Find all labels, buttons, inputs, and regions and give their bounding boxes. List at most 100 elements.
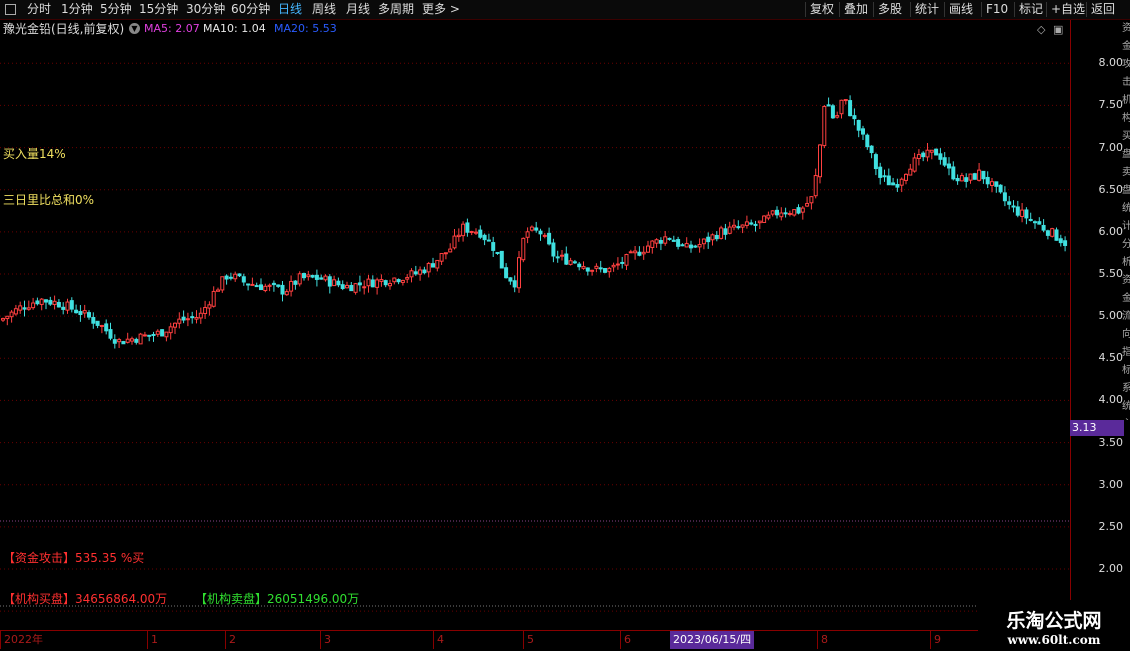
candle-body xyxy=(843,99,848,102)
candle-body xyxy=(972,173,977,180)
toolbar-separator xyxy=(873,2,874,17)
candle-body xyxy=(203,307,208,314)
candle-body xyxy=(151,333,156,336)
candle-body xyxy=(594,265,599,269)
candle-body xyxy=(5,315,10,320)
candle-body xyxy=(637,251,642,256)
candle-body xyxy=(1033,221,1037,224)
candle-body xyxy=(1,318,5,321)
toolbar-button-6[interactable]: 标记 xyxy=(1019,0,1043,19)
candle-body xyxy=(512,280,517,288)
candle-body xyxy=(198,312,203,319)
toolbar-button-7[interactable]: +自选 xyxy=(1051,0,1085,19)
toolbar-button-1[interactable]: 叠加 xyxy=(844,0,868,19)
candle-body xyxy=(297,273,302,285)
toolbar-separator xyxy=(805,2,806,17)
candle-body xyxy=(431,263,435,268)
toolbar-button-4[interactable]: 画线 xyxy=(949,0,973,19)
panel-toggle-icon[interactable] xyxy=(5,4,16,15)
time-tick-label: 5 xyxy=(523,631,534,649)
candle-body xyxy=(340,284,345,289)
candle-body xyxy=(977,169,982,181)
candle-body xyxy=(194,316,199,320)
candle-body xyxy=(237,273,242,277)
period-tab-3[interactable]: 15分钟 xyxy=(139,0,178,19)
toolbar-button-3[interactable]: 统计 xyxy=(915,0,939,19)
period-tab-0[interactable]: 分时 xyxy=(27,0,51,19)
time-tick-label: 8 xyxy=(817,631,828,649)
candle-body xyxy=(663,236,668,244)
candle-body xyxy=(830,105,835,119)
candle-body xyxy=(241,276,246,283)
toolbar-button-5[interactable]: F10 xyxy=(986,0,1008,19)
toolbar-button-8[interactable]: 返回 xyxy=(1091,0,1115,19)
period-tab-6[interactable]: 日线 xyxy=(278,0,302,19)
candlestick-chart[interactable] xyxy=(0,38,1070,628)
candle-body xyxy=(1020,209,1025,217)
candle-body xyxy=(981,170,986,180)
candle-body xyxy=(706,236,711,243)
candle-body xyxy=(388,283,392,287)
period-tab-4[interactable]: 30分钟 xyxy=(186,0,225,19)
candle-body xyxy=(82,310,87,314)
candle-body xyxy=(646,245,650,253)
last-price-badge: 3.13 xyxy=(1070,420,1124,436)
candle-body xyxy=(826,104,831,107)
candle-body xyxy=(779,212,784,218)
period-tab-7[interactable]: 周线 xyxy=(312,0,336,19)
candle-body xyxy=(1058,238,1063,244)
candle-body xyxy=(719,227,724,239)
candle-body xyxy=(818,144,822,178)
period-tab-1[interactable]: 1分钟 xyxy=(61,0,93,19)
candle-body xyxy=(211,290,216,307)
window-restore-icon[interactable]: ▣ xyxy=(1053,23,1063,36)
candle-body xyxy=(598,267,603,270)
candle-body xyxy=(9,311,14,318)
period-tab-9[interactable]: 多周期 xyxy=(378,0,414,19)
period-tab-2[interactable]: 5分钟 xyxy=(100,0,132,19)
period-tab-5[interactable]: 60分钟 xyxy=(231,0,270,19)
candle-body xyxy=(168,326,173,334)
price-tick-label: 6.50 xyxy=(1098,182,1124,196)
candle-body xyxy=(787,212,792,215)
candle-body xyxy=(624,254,629,266)
candle-body xyxy=(250,283,255,286)
candle-body xyxy=(478,229,483,238)
toolbar-button-2[interactable]: 多股 xyxy=(878,0,902,19)
candle-body xyxy=(383,280,388,286)
candle-body xyxy=(491,242,496,251)
period-tab-8[interactable]: 月线 xyxy=(346,0,370,19)
candle-body xyxy=(929,149,934,153)
price-tick-label: 3.50 xyxy=(1098,435,1124,449)
candle-body xyxy=(671,239,676,242)
candle-body xyxy=(852,115,857,120)
candle-body xyxy=(568,260,573,265)
candle-body xyxy=(35,300,40,305)
candle-body xyxy=(873,154,878,170)
candle-body xyxy=(994,181,999,187)
candle-body xyxy=(65,301,70,311)
candle-body xyxy=(134,338,139,343)
candle-body xyxy=(925,149,930,158)
candle-body xyxy=(757,220,762,224)
ma5-readout: MA5: 2.07 xyxy=(144,22,200,35)
candle-body xyxy=(31,302,36,309)
price-tick-label: 2.50 xyxy=(1098,519,1124,533)
candle-body xyxy=(319,277,324,280)
candle-body xyxy=(508,277,513,282)
watermark: 乐淘公式网 www.60lt.com xyxy=(978,600,1130,650)
period-toolbar: 分时 1分钟 5分钟 15分钟 30分钟 60分钟 日线 周线 月线 多周期 更多 > 复权 叠加 多股统… xyxy=(0,0,1130,20)
candle-body xyxy=(271,282,276,286)
period-tab-10[interactable]: 更多 > xyxy=(422,0,460,19)
diamond-icon[interactable]: ◇ xyxy=(1037,23,1045,36)
candle-body xyxy=(676,239,681,247)
candle-body xyxy=(727,226,732,234)
candle-body xyxy=(435,259,440,269)
candle-body xyxy=(190,316,195,319)
candle-body xyxy=(796,207,801,214)
candle-body xyxy=(723,228,728,235)
toolbar-button-0[interactable]: 复权 xyxy=(810,0,834,19)
chevron-down-icon[interactable]: ▼ xyxy=(129,23,140,34)
candle-body xyxy=(654,239,659,244)
candle-body xyxy=(912,157,917,172)
